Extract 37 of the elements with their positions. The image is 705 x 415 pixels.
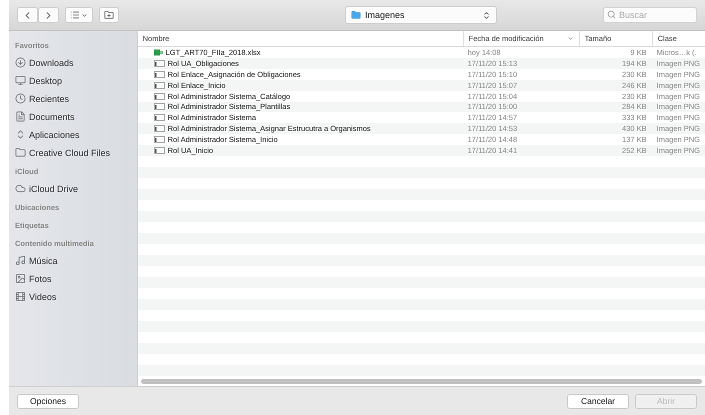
cancel-button[interactable]: Cancelar (567, 394, 629, 408)
search-field[interactable]: Buscar (603, 7, 697, 23)
search-icon (607, 10, 616, 19)
monitor-icon (15, 75, 26, 86)
spreadsheet-file-icon (154, 48, 163, 56)
up-down-caret-icon (482, 10, 491, 20)
list-icon (70, 10, 80, 20)
folder-icon (15, 147, 26, 158)
options-button[interactable]: Opciones (17, 394, 79, 408)
folder-icon (351, 10, 361, 20)
sidebar-item[interactable]: Aplicaciones (15, 126, 137, 143)
location-dropdown[interactable]: Imagenes (345, 6, 497, 24)
cloud-icon (15, 183, 26, 194)
new-folder-icon (104, 10, 114, 20)
caret-icon (81, 12, 88, 18)
view-options-button[interactable] (65, 7, 93, 23)
download-icon (15, 57, 26, 68)
sidebar-item[interactable]: Recientes (15, 90, 137, 107)
scrollbar-thumb[interactable] (140, 378, 702, 384)
music-note-icon (15, 255, 26, 266)
sidebar-item[interactable]: Downloads (15, 54, 137, 71)
sidebar-item[interactable]: Creative Cloud Files (15, 144, 137, 161)
forward-button[interactable] (38, 7, 59, 23)
photo-icon (15, 273, 26, 284)
sidebar-item[interactable]: Desktop (15, 72, 137, 89)
new-folder-button[interactable] (99, 7, 119, 23)
clock-icon (15, 93, 26, 104)
sort-caret-icon (566, 34, 574, 42)
film-icon (15, 291, 26, 302)
sidebar-item[interactable]: Fotos (15, 270, 137, 287)
sidebar-item[interactable]: Música (15, 252, 137, 269)
sidebar-item[interactable]: Documents (15, 108, 137, 125)
back-button[interactable] (17, 7, 38, 23)
apps-icon (15, 129, 26, 140)
sidebar-item[interactable]: iCloud Drive (15, 180, 137, 197)
sidebar-item[interactable]: Videos (15, 288, 137, 305)
document-icon (15, 111, 26, 122)
